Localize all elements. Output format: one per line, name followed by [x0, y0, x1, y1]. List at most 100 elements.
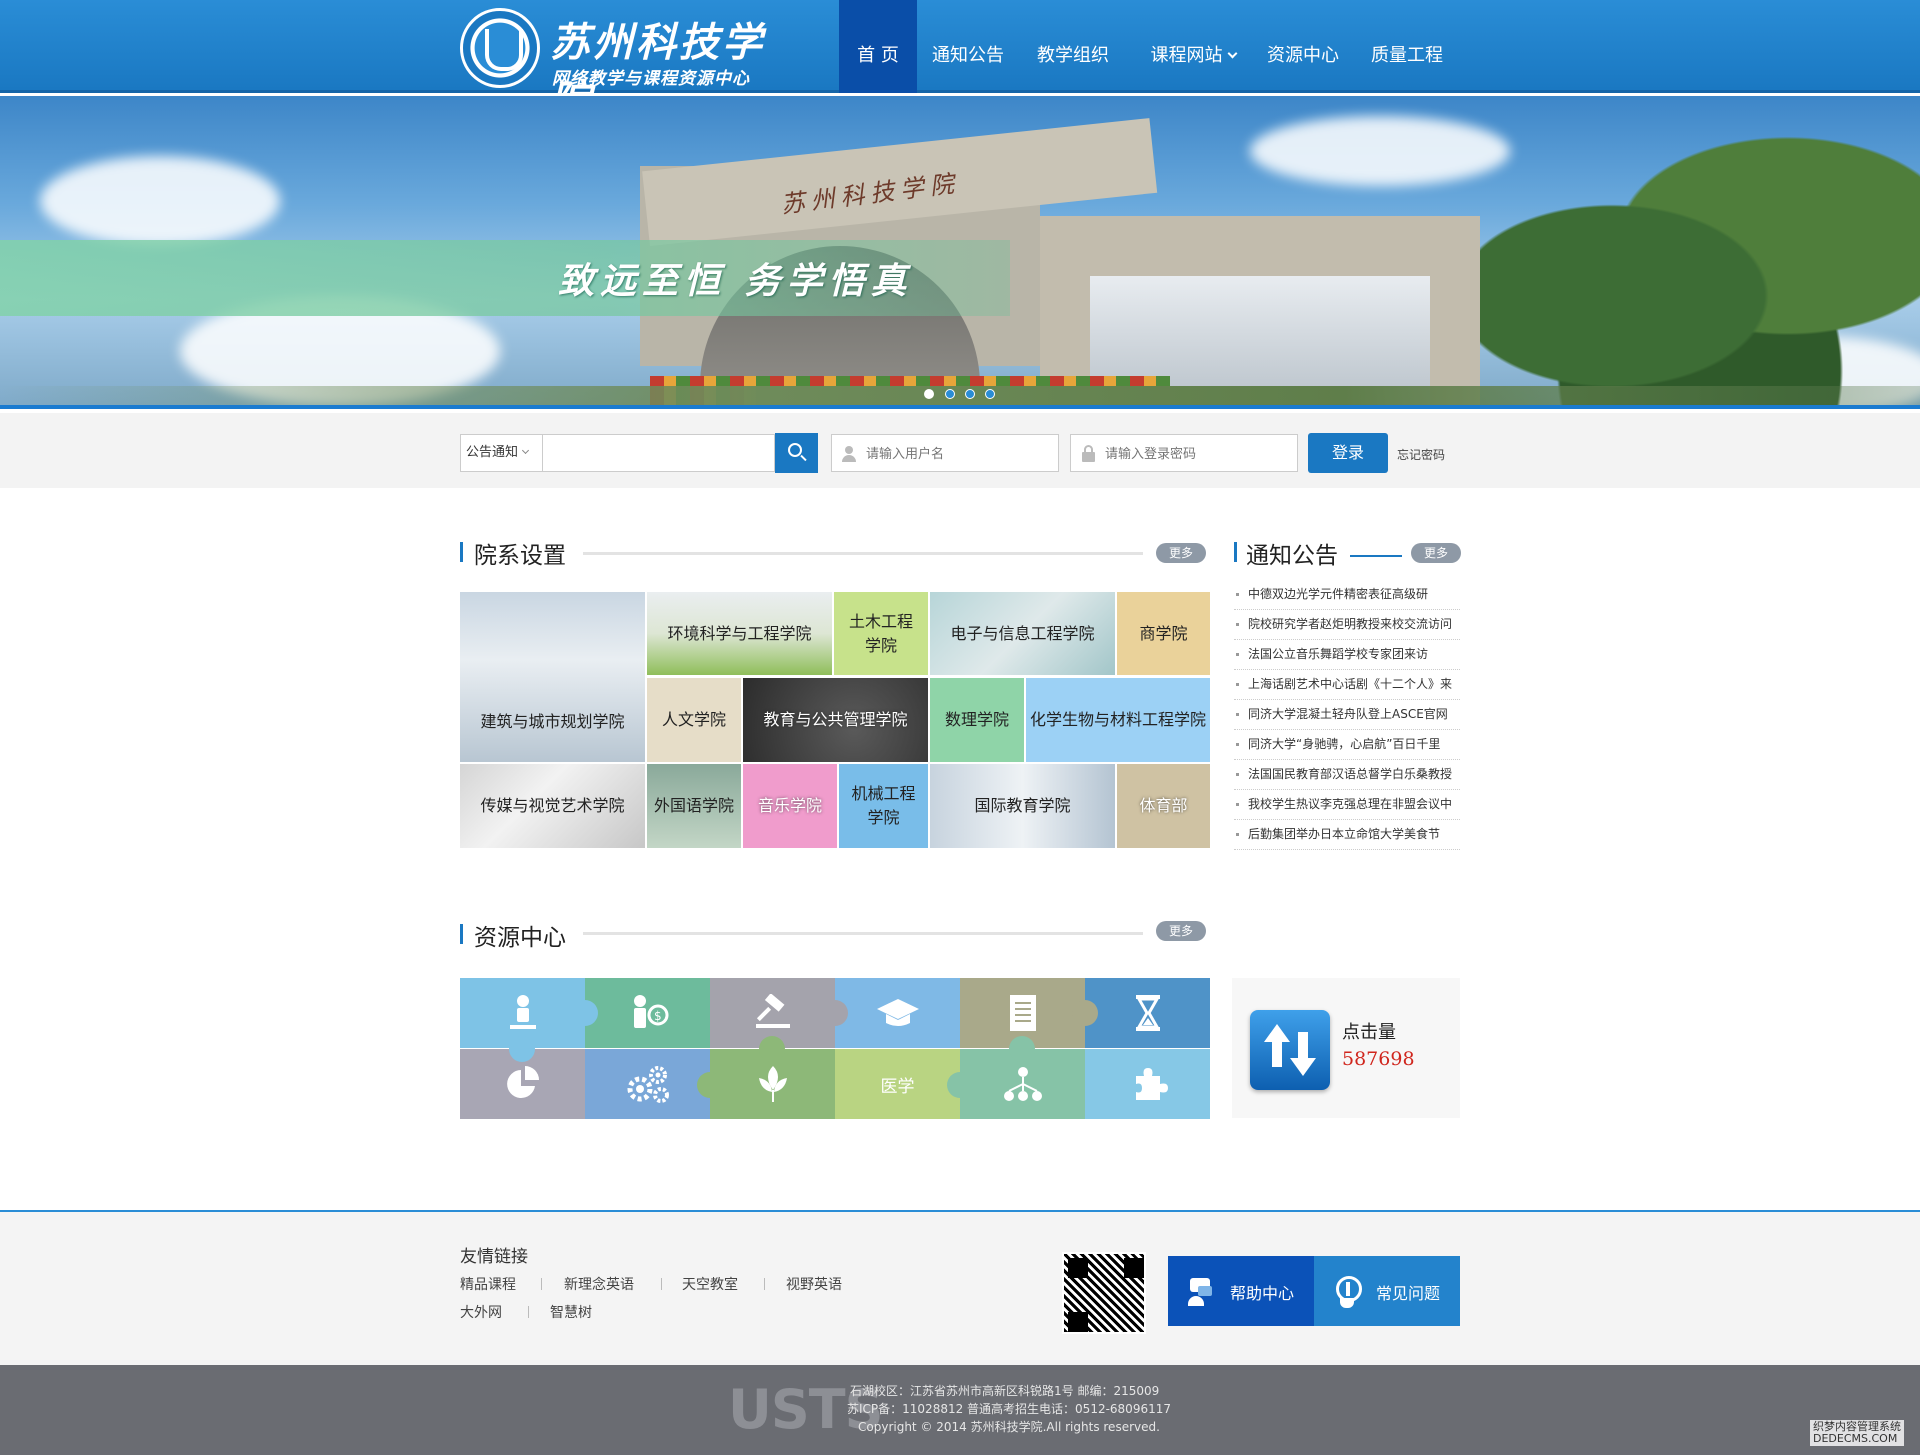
resource-tile-12[interactable] [1085, 1049, 1210, 1119]
password-field[interactable] [1070, 434, 1298, 472]
dept-tile-civil[interactable]: 土木工程 学院 [834, 592, 928, 675]
notice-item[interactable]: 我校学生热议李克强总理在非盟会议中 [1234, 790, 1460, 820]
nav-home[interactable]: 首 页 [839, 0, 917, 93]
counter-value: 587698 [1342, 1048, 1415, 1070]
section-rule [583, 552, 1143, 555]
search-category-select[interactable]: 公告通知 [460, 434, 543, 472]
search-button[interactable] [775, 433, 818, 473]
resources-more-button[interactable]: 更多 [1156, 921, 1206, 941]
notices-more-button[interactable]: 更多 [1411, 543, 1461, 563]
dept-tile-international[interactable]: 国际教育学院 [930, 764, 1115, 848]
puzzle-knob [509, 1036, 535, 1062]
nav-teaching[interactable]: 教学组织 [1033, 0, 1113, 93]
departments-more-button[interactable]: 更多 [1156, 543, 1206, 563]
dept-tile-business[interactable]: 商学院 [1117, 592, 1210, 675]
search-category-value: 公告通知 [466, 445, 519, 460]
dept-tile-environment[interactable]: 环境科学与工程学院 [647, 592, 832, 675]
dept-label: 商学院 [1139, 623, 1188, 643]
resource-label-medicine: 医学 [880, 1076, 915, 1097]
friend-link[interactable]: 大外网 [460, 1302, 502, 1322]
notices-title: 通知公告 [1246, 543, 1338, 569]
dept-tile-music[interactable]: 音乐学院 [743, 764, 837, 848]
puzzle-knob [822, 1000, 848, 1026]
slide-dot-1[interactable] [924, 389, 934, 399]
departments-title: 院系设置 [474, 543, 566, 569]
counter-label: 点击量 [1342, 1022, 1396, 1043]
username-input[interactable] [866, 435, 1052, 471]
search-input[interactable] [543, 434, 775, 472]
section-rule [1350, 555, 1402, 557]
notice-item[interactable]: 同济大学“身驰骋，心启航”百日千里 [1234, 730, 1460, 760]
link-separator [528, 1306, 529, 1318]
notice-item[interactable]: 后勤集团举办日本立命馆大学美食节 [1234, 820, 1460, 850]
friend-link[interactable]: 新理念英语 [564, 1274, 634, 1294]
notice-item[interactable]: 中德双边光学元件精密表征高级研 [1234, 580, 1460, 610]
friend-link[interactable]: 天空教室 [682, 1274, 738, 1294]
login-button[interactable]: 登录 [1308, 433, 1388, 473]
nav-quality[interactable]: 质量工程 [1367, 0, 1447, 93]
faq-button[interactable]: 常见问题 [1314, 1256, 1460, 1326]
puzzle-knob [1072, 1000, 1098, 1026]
forgot-password-link[interactable]: 忘记密码 [1397, 446, 1445, 463]
puzzle-knob [1009, 1036, 1035, 1062]
nav-courses-label: 课程网站 [1150, 45, 1223, 66]
nav-courses[interactable]: 课程网站 [1143, 0, 1243, 93]
dept-tile-humanities[interactable]: 人文学院 [647, 678, 741, 762]
dept-label: 体育部 [1139, 796, 1188, 815]
nav-resources[interactable]: 资源中心 [1263, 0, 1343, 93]
notice-item[interactable]: 院校研究学者赵炬明教授来校交流访问 [1234, 610, 1460, 640]
dept-tile-education[interactable]: 教育与公共管理学院 [743, 678, 928, 762]
dept-label: 数理学院 [944, 710, 1009, 729]
notice-item[interactable]: 法国国民教育部汉语总督学白乐桑教授 [1234, 760, 1460, 790]
graduation-cap-icon [876, 999, 919, 1026]
friend-links-title: 友情链接 [460, 1247, 528, 1267]
copyright-text: Copyright © 2014 苏州科技学院.All rights reser… [858, 1420, 1160, 1434]
friend-link[interactable]: 视野英语 [786, 1274, 842, 1294]
resource-tile-6[interactable] [1085, 978, 1210, 1048]
friend-link[interactable]: 精品课程 [460, 1274, 516, 1294]
dept-label: 传媒与视觉艺术学院 [480, 796, 625, 815]
username-field[interactable] [831, 434, 1059, 472]
dept-tile-architecture[interactable]: 建筑与城市规划学院 [460, 592, 645, 762]
password-input[interactable] [1105, 435, 1291, 471]
dept-label: 音乐学院 [757, 796, 822, 815]
person-icon [509, 995, 536, 1029]
friend-link[interactable]: 智慧树 [550, 1302, 592, 1322]
puzzle-icon [1135, 1068, 1168, 1100]
slide-dot-2[interactable] [945, 389, 955, 399]
arrow-up-stem [1272, 1041, 1282, 1067]
dept-label: 人文学院 [661, 710, 726, 729]
dept-label: 机械工程 学院 [851, 784, 916, 827]
hero-banner[interactable]: 苏州科技学院 致远至恒 务学悟真 [0, 96, 1920, 409]
dept-tile-chemistry[interactable]: 化学生物与材料工程学院 [1026, 678, 1210, 762]
resource-tile-4[interactable] [835, 978, 960, 1048]
dept-tile-electronics[interactable]: 电子与信息工程学院 [930, 592, 1115, 675]
dept-label: 环境科学与工程学院 [667, 623, 812, 643]
notice-item[interactable]: 法国公立音乐舞蹈学校专家团来访 [1234, 640, 1460, 670]
search-icon-handle [800, 454, 807, 462]
dept-tile-mechanical[interactable]: 机械工程 学院 [839, 764, 928, 848]
slide-dot-4[interactable] [985, 389, 995, 399]
notice-item[interactable]: 同济大学混凝土轻舟队登上ASCE官网 [1234, 700, 1460, 730]
dept-tile-foreign-languages[interactable]: 外国语学院 [647, 764, 741, 848]
gears-icon [627, 1066, 669, 1103]
dept-tile-sports[interactable]: 体育部 [1117, 764, 1210, 848]
resource-tile-medicine[interactable]: 医学 [835, 1049, 960, 1119]
dept-tile-media-arts[interactable]: 传媒与视觉艺术学院 [460, 764, 645, 848]
cloud [40, 156, 280, 246]
chevron-down-icon [521, 446, 530, 455]
resource-tile-2[interactable]: $ [585, 978, 710, 1048]
notice-item[interactable]: 上海话剧艺术中心话剧《十二个人》来 [1234, 670, 1460, 700]
resource-tile-8[interactable] [585, 1049, 710, 1119]
puzzle-knob [759, 1036, 785, 1062]
section-rule [583, 932, 1143, 935]
puzzle-knob [947, 1072, 973, 1098]
nav-notices[interactable]: 通知公告 [928, 0, 1008, 93]
dept-label: 化学生物与材料工程学院 [1029, 710, 1206, 729]
dedecms-watermark: 织梦内容管理系统 DEDECMS.COM [1810, 1420, 1904, 1446]
dept-tile-math-physics[interactable]: 数理学院 [930, 678, 1024, 762]
slide-dot-3[interactable] [965, 389, 975, 399]
faq-label: 常见问题 [1376, 1284, 1441, 1303]
help-center-button[interactable]: 帮助中心 [1168, 1256, 1314, 1326]
site-logo[interactable]: 苏州科技学院 网络教学与课程资源中心 [460, 6, 770, 124]
